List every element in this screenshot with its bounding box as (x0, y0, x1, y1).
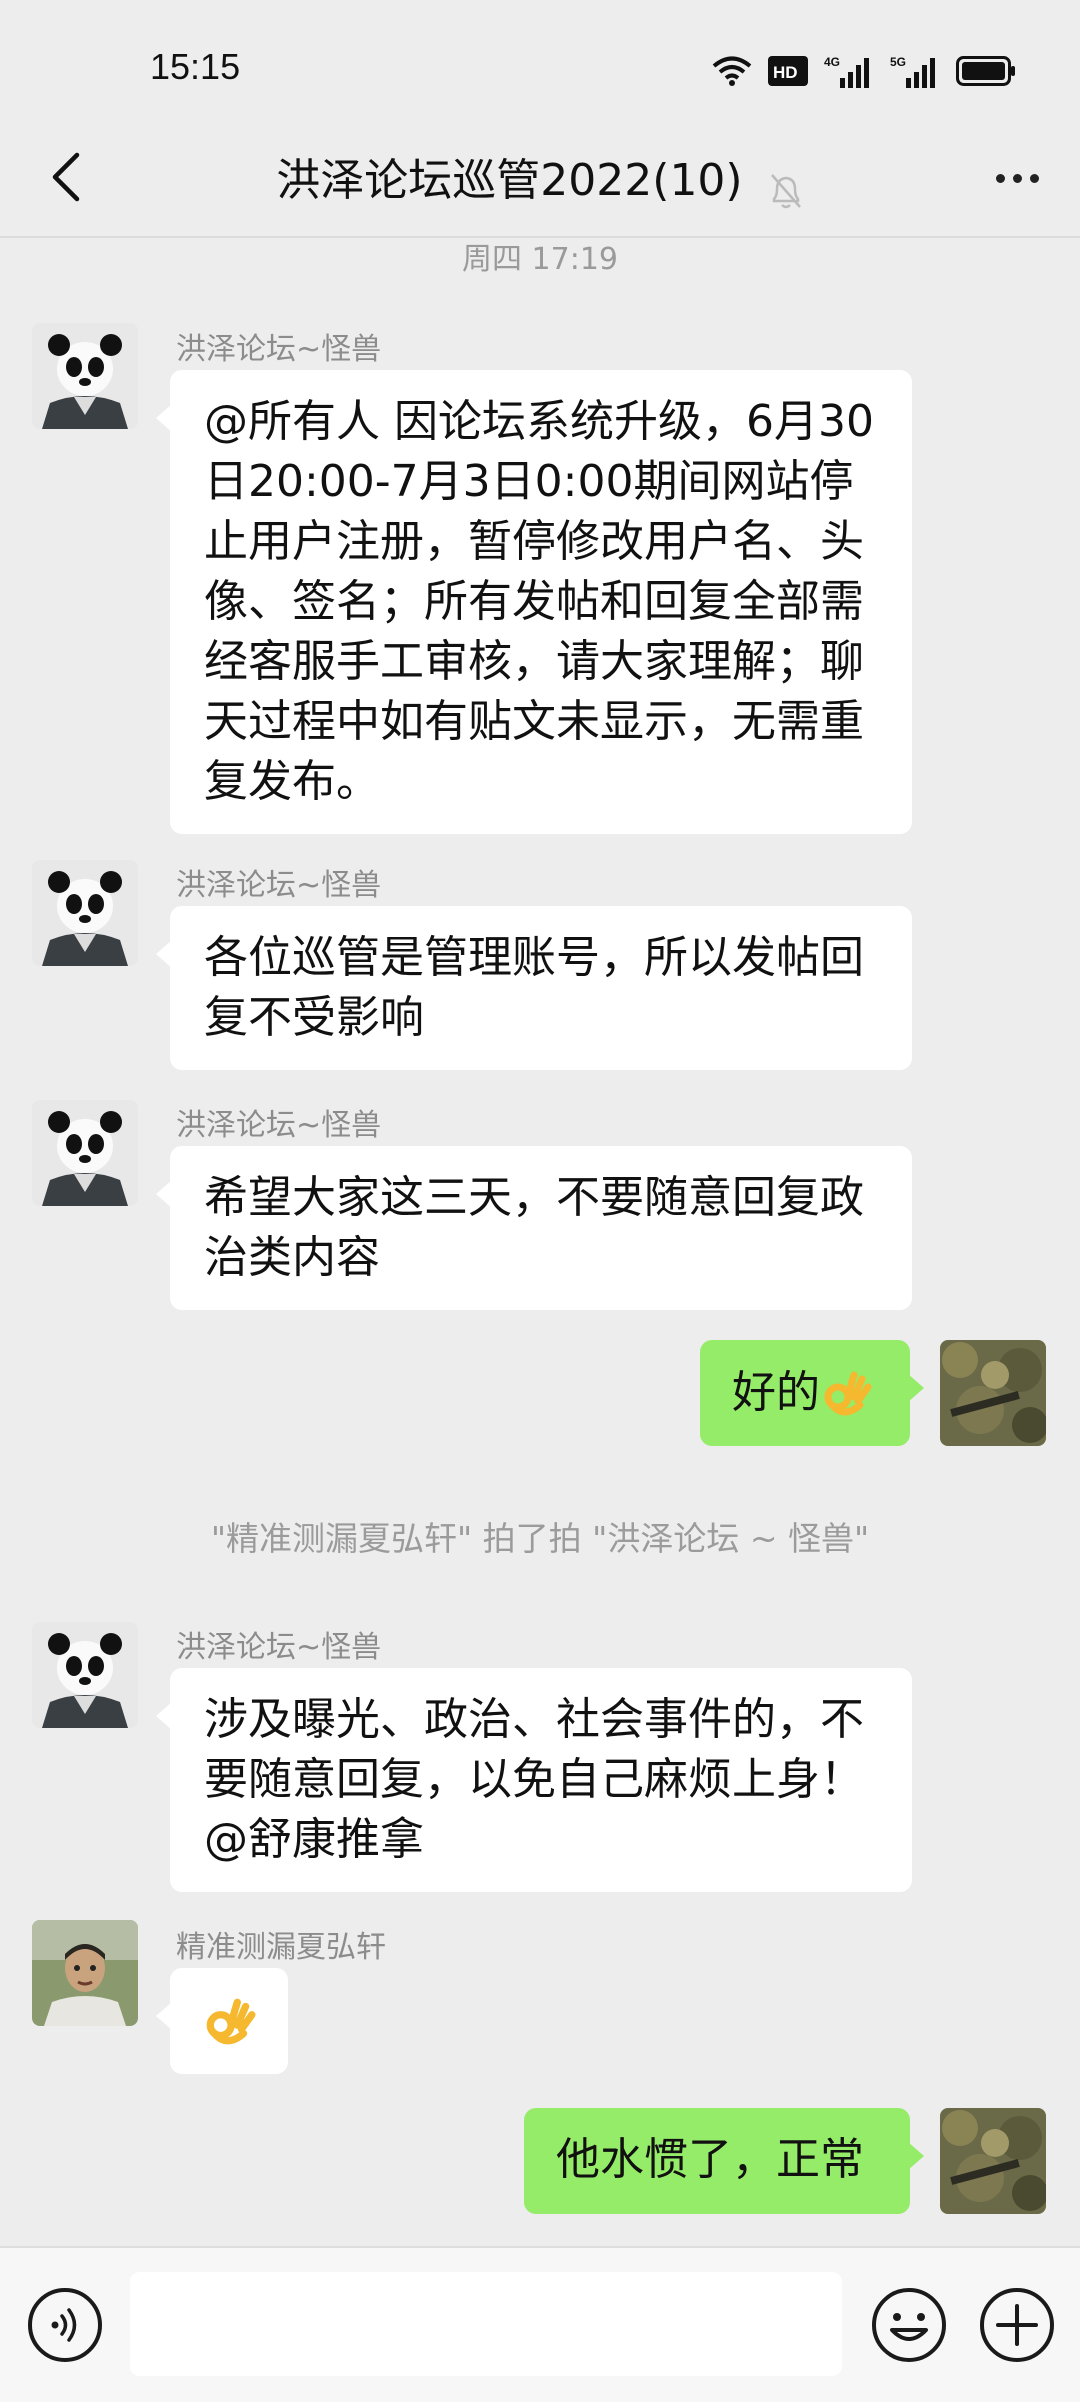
my-message-bubble[interactable]: 他水惯了，正常 (524, 2108, 924, 2214)
message-input[interactable] (130, 2272, 842, 2376)
title-bar: 洪泽论坛巡管2022(10) (0, 120, 1080, 236)
avatar-panda[interactable] (32, 1622, 138, 1728)
panda-avatar-image (32, 1100, 138, 1206)
more-dot (1029, 173, 1039, 183)
plus-button[interactable] (978, 2286, 1056, 2364)
svg-text:5G: 5G (890, 55, 906, 69)
status-time: 15:15 (150, 46, 241, 87)
svg-text:HD: HD (773, 63, 798, 82)
sender-name: 洪泽论坛~怪兽 (176, 1630, 382, 1665)
chat-title: 洪泽论坛巡管2022(10) (276, 155, 743, 206)
status-icons: HD 4G 5G (712, 54, 1016, 88)
message-timestamp: 周四 17:19 (462, 242, 618, 277)
avatar-me[interactable] (940, 1340, 1046, 1446)
signal-5g-icon: 5G (890, 55, 935, 88)
ok-hand-emoji (824, 1371, 872, 1416)
message-bubble[interactable]: 涉及曝光、政治、社会事件的，不要随意回复，以免自己麻烦上身！@舒康推拿 (156, 1668, 912, 1892)
sender-name: 精准测漏夏弘轩 (176, 1930, 386, 1965)
panda-avatar-image (32, 1622, 138, 1728)
voice-icon (51, 2308, 77, 2342)
more-dot (995, 173, 1005, 183)
sender-name: 洪泽论坛~怪兽 (176, 1108, 382, 1143)
hd-icon: HD (768, 56, 808, 86)
avatar-user[interactable] (32, 1920, 138, 2026)
system-message: "精准测漏夏弘轩" 拍了拍 "洪泽论坛 ~ 怪兽" (210, 1519, 870, 1558)
more-button[interactable] (982, 150, 1052, 206)
smiley-icon (872, 2288, 946, 2362)
avatar-me[interactable] (940, 2108, 1046, 2214)
title-wrap: 洪泽论坛巡管2022(10) (0, 144, 1080, 211)
status-bar: 15:15 HD 4G 5G (0, 0, 1080, 140)
bell-off-icon (770, 173, 801, 208)
message-bubble[interactable]: @所有人 因论坛系统升级，6月30日20:00-7月3日0:00期间网站停止用户… (156, 370, 912, 834)
camouflage-avatar-image (940, 1340, 1046, 1446)
camouflage-avatar-image (940, 2108, 1046, 2214)
message-bubble[interactable]: 各位巡管是管理账号，所以发帖回复不受影响 (156, 906, 912, 1070)
more-dot (1012, 173, 1022, 183)
message-bubble[interactable]: 希望大家这三天，不要随意回复政治类内容 (156, 1146, 912, 1310)
emoji-button[interactable] (870, 2286, 948, 2364)
battery-icon (956, 56, 1015, 86)
emoji-bubble[interactable] (156, 1968, 288, 2074)
wifi-icon (712, 56, 752, 86)
signal-4g-icon: 4G (824, 55, 869, 88)
svg-text:4G: 4G (824, 55, 840, 69)
voice-button[interactable] (28, 2288, 102, 2362)
ok-hand-emoji (206, 1998, 256, 2045)
avatar-panda[interactable] (32, 860, 138, 966)
avatar-panda[interactable] (32, 1100, 138, 1206)
my-message-bubble[interactable]: 好的 (700, 1340, 924, 1446)
avatar-panda[interactable] (32, 323, 138, 429)
panda-avatar-image (32, 860, 138, 966)
panda-avatar-image (32, 323, 138, 429)
message-text: 好的 (732, 1367, 820, 1418)
input-bar (0, 2246, 1080, 2402)
person-avatar-image (32, 1920, 138, 2026)
sender-name: 洪泽论坛~怪兽 (176, 332, 382, 367)
sender-name: 洪泽论坛~怪兽 (176, 868, 382, 903)
plus-icon (980, 2288, 1054, 2362)
